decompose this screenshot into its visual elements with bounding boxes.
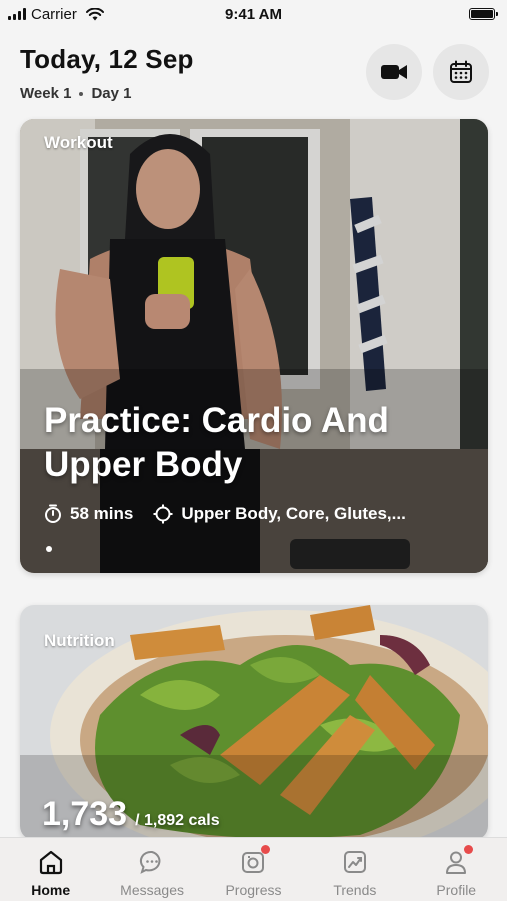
duration-label: 58 mins <box>70 504 134 523</box>
tab-bar: Home Messages Progress Trends Profile <box>0 837 507 901</box>
workout-card[interactable]: Workout Practice: Cardio And Upper Body … <box>20 119 488 573</box>
nutrition-card[interactable]: Nutrition 1,733 / 1,892 cals <box>20 605 488 840</box>
status-bar: Carrier 9:41 AM <box>0 0 507 28</box>
signal-icon <box>8 8 26 20</box>
tab-progress[interactable]: Progress <box>203 838 303 898</box>
battery-icon <box>469 8 498 20</box>
tab-messages-label: Messages <box>120 882 184 898</box>
week-day-subtitle: Week 1 Day 1 <box>20 85 194 102</box>
crosshair-icon <box>153 504 173 524</box>
day-label: Day 1 <box>91 85 132 102</box>
workout-title: Practice: Cardio And Upper Body <box>44 401 389 484</box>
page-title: Today, 12 Sep <box>20 44 194 74</box>
timer-icon <box>45 504 61 523</box>
tab-trends-label: Trends <box>333 882 377 898</box>
video-button[interactable] <box>366 44 422 100</box>
calendar-button[interactable] <box>433 44 489 100</box>
tab-messages[interactable]: Messages <box>102 838 202 898</box>
header: Today, 12 Sep Week 1 Day 1 <box>20 44 194 102</box>
status-left: Carrier <box>0 6 104 23</box>
workout-tag: Workout <box>44 133 113 152</box>
nutrition-tag: Nutrition <box>44 631 115 650</box>
tab-profile[interactable]: Profile <box>406 838 506 898</box>
progress-notification-badge <box>261 845 271 854</box>
calories-summary: 1,733 / 1,892 cals <box>42 795 220 834</box>
focus-label: Upper Body, Core, Glutes,... <box>181 504 406 523</box>
carrier-label: Carrier <box>31 5 77 23</box>
separator-dot <box>79 91 84 96</box>
calories-value: 1,733 <box>42 795 128 833</box>
calories-total: / 1,892 cals <box>135 812 220 829</box>
tab-home-label: Home <box>31 882 71 898</box>
tab-profile-label: Profile <box>436 882 477 898</box>
workout-meta: 58 mins Upper Body, Core, Glutes,... <box>44 504 406 524</box>
wifi-icon <box>85 7 104 20</box>
tab-trends[interactable]: Trends <box>305 838 405 898</box>
home-icon <box>39 850 62 875</box>
chat-bubble-icon <box>139 850 161 874</box>
workout-duration: 58 mins <box>44 504 133 524</box>
week-label: Week 1 <box>20 85 72 102</box>
video-camera-icon <box>381 65 407 79</box>
tab-progress-label: Progress <box>225 882 282 898</box>
tab-home[interactable]: Home <box>1 838 101 898</box>
workout-focus: Upper Body, Core, Glutes,... <box>153 504 406 524</box>
trend-chart-icon <box>343 851 366 873</box>
profile-notification-badge <box>464 845 474 854</box>
pager-dot <box>46 546 52 552</box>
calendar-icon <box>450 60 472 83</box>
